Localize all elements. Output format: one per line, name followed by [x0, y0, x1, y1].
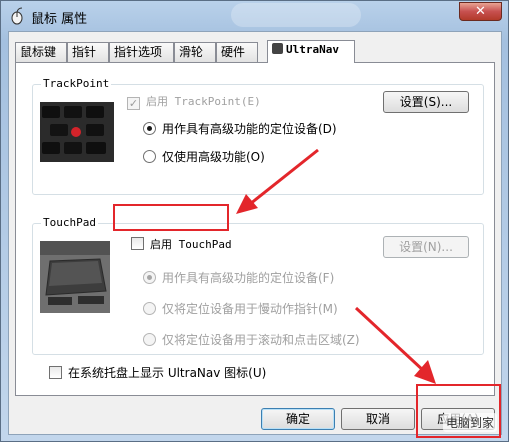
touchpad-image — [40, 241, 110, 313]
watermark-text: 电脑到家 — [442, 413, 497, 432]
touchpad-option-slow-motion-radio[interactable] — [143, 302, 156, 315]
close-button[interactable]: ✕ — [459, 2, 502, 21]
touchpad-settings-button[interactable]: 设置(N)... — [383, 236, 469, 258]
touchpad-enable-checkbox[interactable] — [131, 237, 144, 250]
trackpoint-enable-checkbox[interactable]: ✓ — [127, 97, 140, 110]
touchpad-option-scroll-only[interactable]: 仅将定位设备用于滚动和点击区域(Z) — [143, 331, 360, 348]
mouse-properties-window: 鼠标 属性 ✕ 鼠标键 指针 指针选项 滑轮 硬件 UltraNav Track… — [0, 0, 509, 442]
trackpoint-option-advanced-radio[interactable] — [143, 122, 156, 135]
tray-icon-row[interactable]: 在系统托盘上显示 UltraNav 图标(U) — [49, 364, 266, 381]
trackpoint-settings-button[interactable]: 设置(S)... — [383, 91, 469, 113]
trackpoint-option-advanced-only-label: 仅使用高级功能(O) — [162, 150, 265, 164]
tab-ultranav[interactable]: UltraNav — [267, 40, 355, 63]
cancel-button[interactable]: 取消 — [341, 408, 415, 430]
trackpoint-image — [40, 102, 114, 162]
touchpad-highlight-box — [113, 204, 229, 231]
title-bar[interactable]: 鼠标 属性 ✕ — [1, 1, 508, 31]
tab-wheel[interactable]: 滑轮 — [174, 42, 216, 62]
touchpad-option-advanced-radio[interactable] — [143, 271, 156, 284]
tab-hardware[interactable]: 硬件 — [216, 42, 258, 62]
window-title: 鼠标 属性 — [31, 12, 88, 27]
tab-pointers[interactable]: 指针 — [67, 42, 109, 62]
trackpoint-option-advanced-only-radio[interactable] — [143, 150, 156, 163]
tab-ultranav-label: UltraNav — [286, 43, 339, 56]
dialog-client: 鼠标键 指针 指针选项 滑轮 硬件 UltraNav TrackPoint ✓ … — [8, 31, 502, 435]
trackpoint-enable-label: 启用 TrackPoint(E) — [146, 95, 261, 108]
tray-icon-label: 在系统托盘上显示 UltraNav 图标(U) — [68, 366, 267, 380]
touchpad-option-advanced-label: 用作具有高级功能的定位设备(F) — [162, 271, 335, 285]
ultranav-panel: TrackPoint ✓ 启用 TrackPoint(E) 设置(S)... 用… — [15, 62, 495, 396]
touchpad-enable-row[interactable]: 启用 TouchPad — [131, 236, 232, 252]
touchpad-option-advanced[interactable]: 用作具有高级功能的定位设备(F) — [143, 269, 334, 286]
touchpad-option-slow-motion[interactable]: 仅将定位设备用于慢动作指针(M) — [143, 300, 338, 317]
touchpad-option-scroll-only-label: 仅将定位设备用于滚动和点击区域(Z) — [162, 333, 360, 347]
title-watermark — [231, 3, 361, 27]
touchpad-group: TouchPad 启用 TouchPad 设置(N)... 用作具有高级功能的定… — [32, 216, 484, 355]
ok-button[interactable]: 确定 — [261, 408, 335, 430]
ultranav-icon — [272, 43, 283, 54]
trackpoint-group: TrackPoint ✓ 启用 TrackPoint(E) 设置(S)... 用… — [32, 77, 484, 195]
touchpad-group-label: TouchPad — [41, 216, 98, 229]
tray-icon-checkbox[interactable] — [49, 366, 62, 379]
touchpad-option-scroll-only-radio[interactable] — [143, 333, 156, 346]
trackpoint-option-advanced[interactable]: 用作具有高级功能的定位设备(D) — [143, 120, 337, 137]
touchpad-option-slow-motion-label: 仅将定位设备用于慢动作指针(M) — [162, 302, 338, 316]
tab-mouse-buttons[interactable]: 鼠标键 — [15, 42, 67, 62]
trackpoint-enable-row[interactable]: ✓ 启用 TrackPoint(E) — [127, 93, 261, 110]
trackpoint-option-advanced-only[interactable]: 仅使用高级功能(O) — [143, 148, 265, 165]
mouse-icon — [11, 7, 23, 25]
trackpoint-option-advanced-label: 用作具有高级功能的定位设备(D) — [162, 122, 337, 136]
trackpoint-group-label: TrackPoint — [41, 77, 112, 90]
touchpad-enable-label: 启用 TouchPad — [150, 238, 232, 251]
tab-pointer-options[interactable]: 指针选项 — [109, 42, 174, 62]
